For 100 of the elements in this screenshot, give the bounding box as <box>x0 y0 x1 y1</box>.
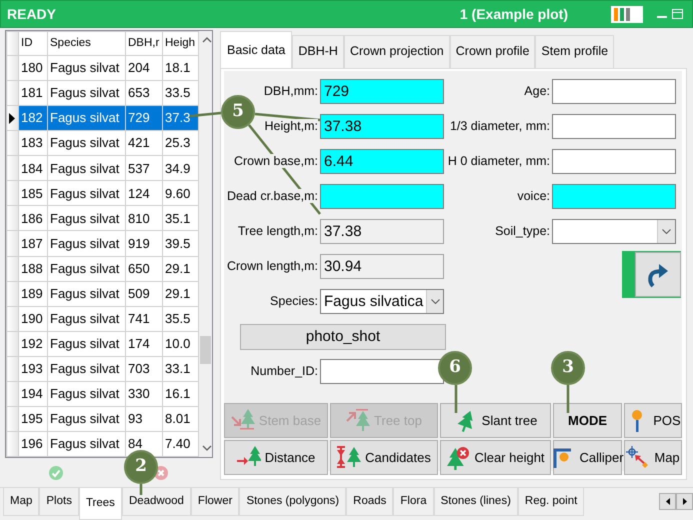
tab[interactable]: Crown profile <box>450 34 536 68</box>
row-pointer-icon <box>9 112 15 124</box>
leader-line <box>454 385 458 413</box>
table-cell: 185 <box>18 180 48 206</box>
table-cell: Fagus silvat <box>48 206 126 231</box>
table-cell: 703 <box>126 356 162 382</box>
table-cell: 187 <box>18 230 48 256</box>
tab[interactable]: Flower <box>190 488 240 516</box>
table-cell: 204 <box>126 56 162 81</box>
table-cell: Fagus silvat <box>48 306 126 332</box>
table-cell: 194 <box>18 381 48 406</box>
tab[interactable]: Reg. point <box>518 488 584 516</box>
tab[interactable]: Stones (polygons) <box>239 488 346 516</box>
field-label: Age: <box>524 84 550 98</box>
input-field[interactable] <box>320 359 444 384</box>
tab[interactable]: Map <box>3 488 40 516</box>
dropdown[interactable] <box>552 219 676 244</box>
input-field[interactable]: 729 <box>320 79 444 104</box>
tab[interactable]: DBH-H <box>292 34 344 68</box>
table-cell: Fagus silvat <box>48 381 126 406</box>
table-cell: Fagus silvat <box>48 106 126 131</box>
action-button[interactable]: MODE <box>553 403 622 438</box>
table-cell: 421 <box>126 130 162 156</box>
tree-cross-icon <box>446 446 470 470</box>
leader-line <box>190 112 222 118</box>
tree-arrow-icon <box>346 408 370 432</box>
field-label: Number_ID: <box>250 363 319 380</box>
readonly-field: 30.94 <box>320 254 444 279</box>
table-cell: 182 <box>18 106 48 131</box>
plot-title: 1 (Example plot) <box>460 4 568 24</box>
tab[interactable]: Basic data <box>220 31 292 68</box>
action-button[interactable]: Candidates <box>330 440 438 475</box>
dropdown[interactable]: Fagus silvatica <box>320 289 444 314</box>
table-cell: Fagus silvat <box>48 356 126 382</box>
redo-button[interactable] <box>622 251 681 298</box>
chevron-down-icon <box>662 229 671 234</box>
input-field[interactable] <box>552 114 676 139</box>
input-field[interactable]: 37.38 <box>320 114 444 139</box>
maximize-icon[interactable] <box>672 9 683 19</box>
minimize-icon[interactable] <box>657 16 667 19</box>
scroll-up-icon[interactable] <box>202 37 212 43</box>
scroll-right-button[interactable] <box>676 493 693 510</box>
input-field[interactable] <box>320 184 444 209</box>
input-field[interactable] <box>552 184 676 209</box>
field-label: Soil_type: <box>495 224 550 238</box>
tab[interactable]: Roads <box>346 488 394 516</box>
action-button[interactable]: Slant tree <box>440 403 551 438</box>
action-button[interactable]: Calliper <box>553 440 622 475</box>
tab[interactable]: Stones (lines) <box>434 488 518 516</box>
tab[interactable]: Deadwood <box>122 488 191 516</box>
table-cell: Fagus silvat <box>48 331 126 356</box>
redo-arrow-icon <box>647 262 669 288</box>
scroll-down-icon[interactable] <box>202 445 212 451</box>
field-label: Height,m: <box>264 119 318 134</box>
table-cell: 196 <box>18 431 48 456</box>
table-cell: Fagus silvat <box>48 230 126 256</box>
tab[interactable]: Trees <box>78 488 122 520</box>
tab[interactable]: Stem profile <box>535 34 614 68</box>
callout-marker: 2 <box>124 450 158 484</box>
field-label: DBH,mm: <box>264 84 318 98</box>
table-cell: 186 <box>18 206 48 231</box>
field-label: Species: <box>270 294 318 308</box>
table-cell: 124 <box>126 180 162 206</box>
table-cell: 174 <box>126 331 162 356</box>
input-field[interactable] <box>552 149 676 174</box>
table-cell: 650 <box>126 256 162 282</box>
photo-shot-button[interactable]: photo_shot <box>240 324 446 350</box>
action-button[interactable]: Distance <box>224 440 328 475</box>
field-label: Dead cr.base,m: <box>226 189 318 204</box>
table-cell: 537 <box>126 156 162 181</box>
table-cell: 810 <box>126 206 162 231</box>
scrollbar-thumb[interactable] <box>200 336 211 364</box>
table-cell: 190 <box>18 306 48 332</box>
table-cell: 37.3 <box>162 106 198 131</box>
action-button[interactable]: Map <box>624 440 682 475</box>
table-cell: 184 <box>18 156 48 181</box>
column-header[interactable]: Species <box>48 32 126 56</box>
status-bars-icon <box>611 6 643 23</box>
input-field[interactable]: 6.44 <box>320 149 444 174</box>
field-label: voice: <box>517 189 550 204</box>
field-label: H 0 diameter, mm: <box>448 154 550 168</box>
tab[interactable]: Crown projection <box>344 34 450 68</box>
caret-left-icon <box>666 498 670 505</box>
table-cell: Fagus silvat <box>48 281 126 306</box>
tab[interactable]: Plots <box>39 488 79 516</box>
table-cell: 919 <box>126 230 162 256</box>
action-button[interactable]: Clear height <box>440 440 551 475</box>
table-cell: Fagus silvat <box>48 431 126 456</box>
field-label: Crown base,m: <box>234 154 318 168</box>
tree-arrows-icon <box>337 446 362 470</box>
status-text: READY <box>7 4 56 24</box>
tab[interactable]: Flora <box>393 488 434 516</box>
column-header[interactable]: DBH,r <box>126 32 162 56</box>
column-header[interactable]: ID <box>18 32 48 56</box>
input-field[interactable] <box>552 79 676 104</box>
action-button[interactable]: POS <box>624 403 682 438</box>
table-cell: Fagus silvat <box>48 56 126 81</box>
caret-right-icon <box>682 498 686 505</box>
scroll-left-button[interactable] <box>659 493 676 510</box>
table-cell: 729 <box>126 106 162 131</box>
